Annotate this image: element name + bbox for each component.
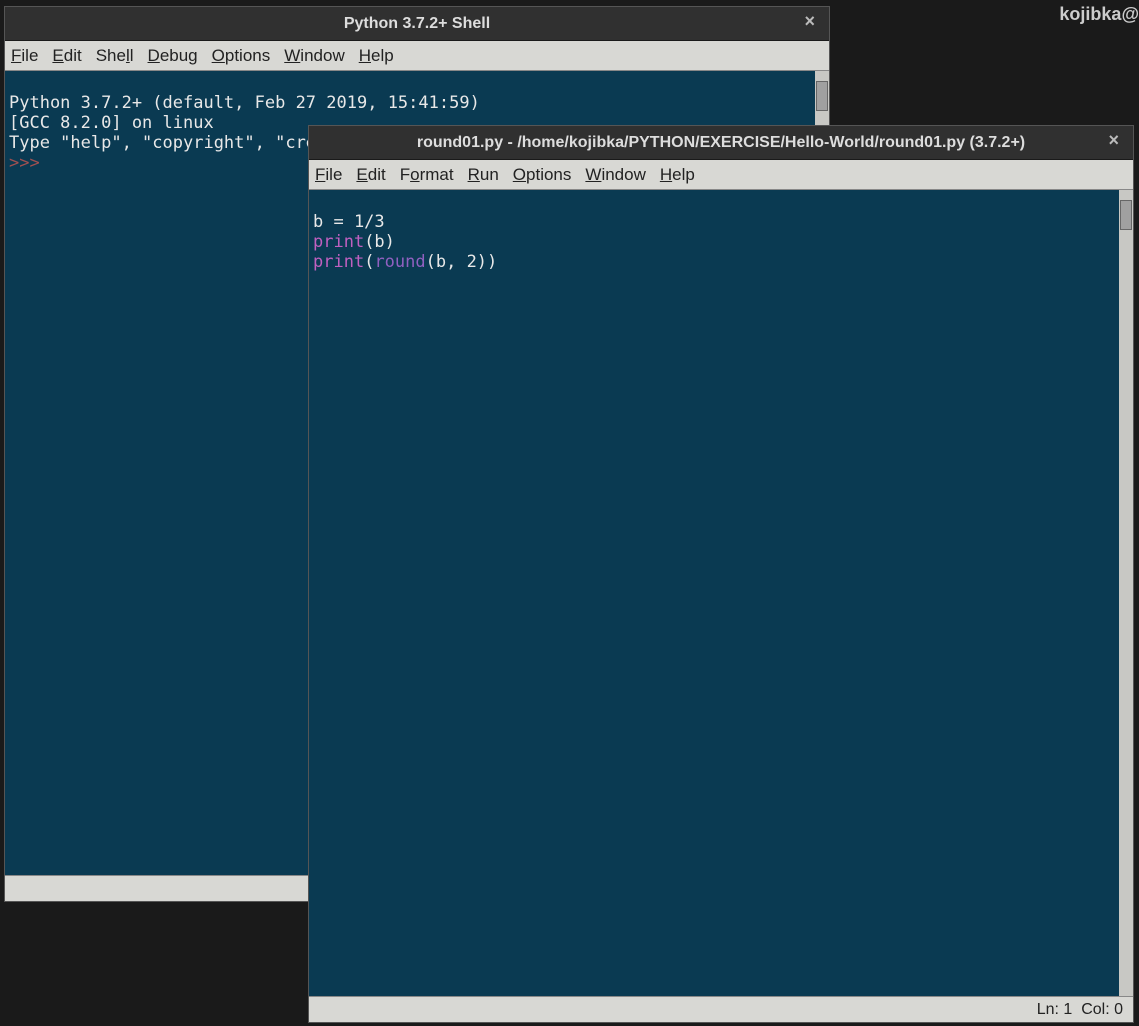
editor-titlebar[interactable]: round01.py - /home/kojibka/PYTHON/EXERCI… — [309, 126, 1133, 160]
menu-edit[interactable]: Edit — [356, 165, 385, 185]
code-token: (b) — [364, 232, 395, 252]
menu-file[interactable]: File — [315, 165, 342, 185]
code-editor-area[interactable]: b = 1/3 print(b) print(round(b, 2)) — [309, 190, 1133, 996]
shell-line: Python 3.7.2+ (default, Feb 27 2019, 15:… — [9, 93, 490, 113]
menu-options[interactable]: Options — [513, 165, 572, 185]
menu-help[interactable]: Help — [359, 46, 394, 66]
shell-prompt: >>> — [9, 153, 50, 173]
shell-menubar: File Edit Shell Debug Options Window Hel… — [5, 41, 829, 71]
menu-format[interactable]: Format — [400, 165, 454, 185]
scrollbar-thumb[interactable] — [1120, 200, 1132, 230]
status-line-label: Ln: — [1037, 1001, 1059, 1019]
shell-line: Type "help", "copyright", "cre — [9, 133, 316, 153]
menu-file[interactable]: File — [11, 46, 38, 66]
menu-window[interactable]: Window — [284, 46, 344, 66]
menu-run[interactable]: Run — [468, 165, 499, 185]
menu-window[interactable]: Window — [585, 165, 645, 185]
code-line: b = 1/3 — [313, 212, 385, 232]
editor-title: round01.py - /home/kojibka/PYTHON/EXERCI… — [417, 134, 1025, 152]
desktop-session-label: kojibka@ — [1059, 0, 1139, 30]
editor-statusbar: Ln: 1 Col: 0 — [309, 996, 1133, 1022]
menu-options[interactable]: Options — [212, 46, 271, 66]
menu-edit[interactable]: Edit — [52, 46, 81, 66]
menu-debug[interactable]: Debug — [148, 46, 198, 66]
shell-title: Python 3.7.2+ Shell — [344, 15, 490, 33]
shell-titlebar[interactable]: Python 3.7.2+ Shell × — [5, 7, 829, 41]
status-col-label: Col: — [1081, 1001, 1109, 1019]
status-col-value: 0 — [1114, 1001, 1123, 1019]
shell-line: [GCC 8.2.0] on linux — [9, 113, 214, 133]
close-icon[interactable]: × — [798, 11, 821, 32]
menu-shell[interactable]: Shell — [96, 46, 134, 66]
scrollbar-thumb[interactable] — [816, 81, 828, 111]
code-token-print: print — [313, 252, 364, 272]
code-token-print: print — [313, 232, 364, 252]
menu-help[interactable]: Help — [660, 165, 695, 185]
code-token: (b, 2)) — [426, 252, 498, 272]
editor-menubar: File Edit Format Run Options Window Help — [309, 160, 1133, 190]
editor-window[interactable]: round01.py - /home/kojibka/PYTHON/EXERCI… — [308, 125, 1134, 1023]
code-token: ( — [364, 252, 374, 272]
close-icon[interactable]: × — [1102, 130, 1125, 151]
code-token-round: round — [374, 252, 425, 272]
scrollbar-vertical[interactable] — [1119, 190, 1133, 996]
status-line-value: 1 — [1063, 1001, 1072, 1019]
